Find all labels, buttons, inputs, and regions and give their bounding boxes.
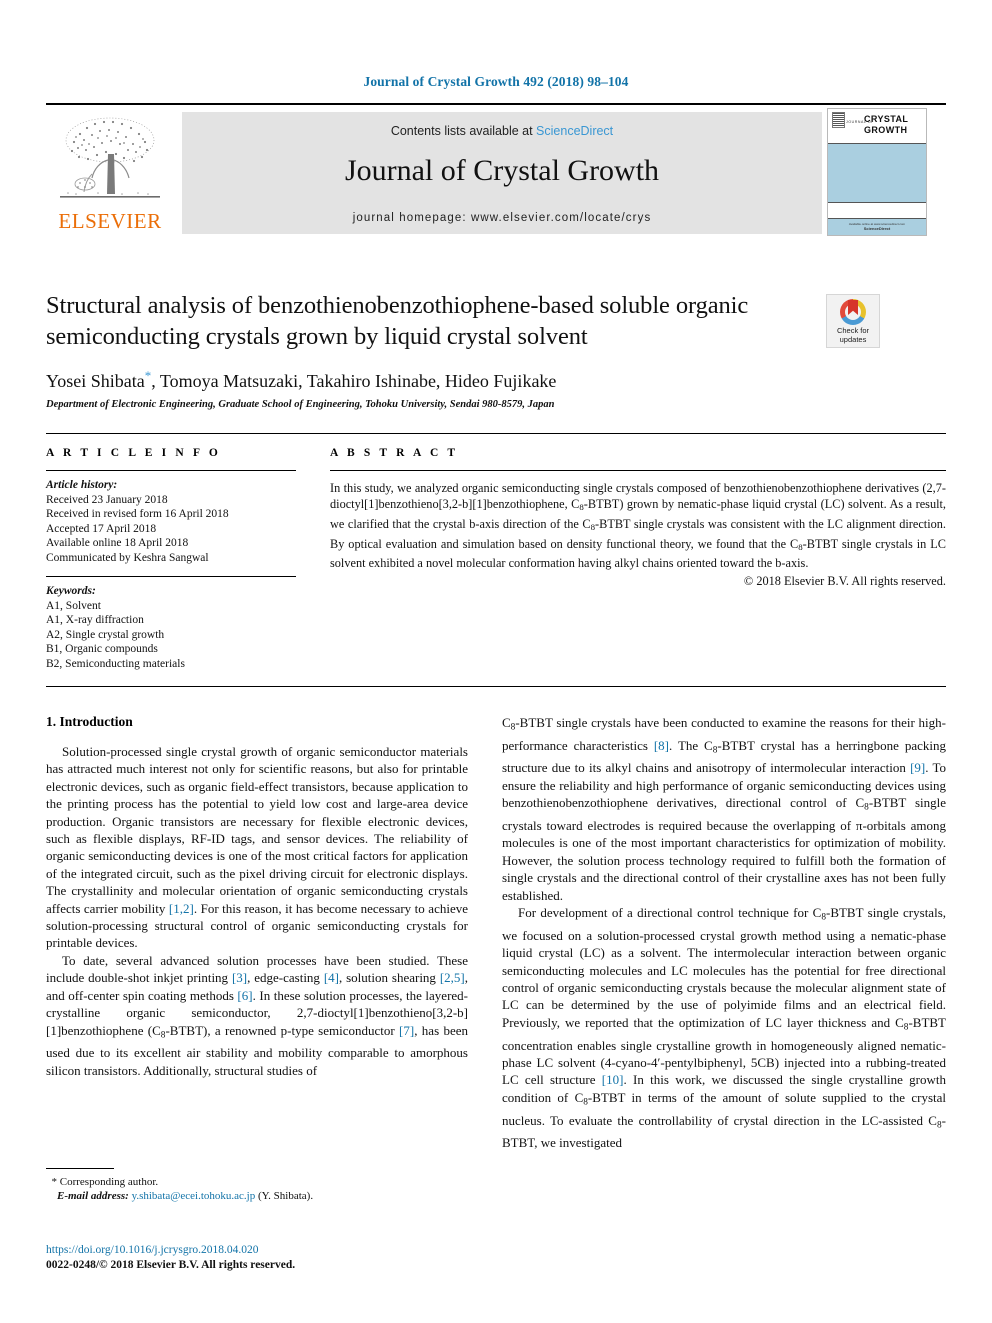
article-info-rule (46, 470, 296, 471)
body-text-right: C8-BTBT single crystals have been conduc… (502, 714, 946, 1152)
author-corresponding: Yosei Shibata (46, 371, 145, 391)
article-history-group: Article history: Received 23 January 201… (46, 478, 296, 565)
keyword-item: A2, Single crystal growth (46, 628, 165, 641)
body-column-right: C8-BTBT single crystals have been conduc… (502, 714, 946, 1152)
footnote-rule (46, 1168, 114, 1169)
citation-ref[interactable]: [10] (602, 1072, 624, 1087)
running-head: Journal of Crystal Growth 492 (2018) 98–… (363, 74, 629, 89)
footnote-email-link[interactable]: y.shibata@ecei.tohoku.ac.jp (132, 1190, 256, 1202)
elsevier-logo: ELSEVIER (48, 112, 172, 234)
article-info-column: A R T I C L E I N F O Article history: R… (46, 447, 296, 671)
history-item: Received 23 January 2018 (46, 493, 168, 506)
crossmark-ring-icon (840, 299, 866, 325)
citation-ref[interactable]: [2,5] (440, 970, 465, 985)
footnote-email-line: E-mail address: y.shibata@ecei.tohoku.ac… (46, 1189, 468, 1203)
contents-available-line: Contents lists available at ScienceDirec… (182, 124, 822, 138)
cover-white-band (828, 203, 926, 219)
footnote-corresponding-line: * Corresponding author. (46, 1175, 468, 1189)
citation-ref[interactable]: [6] (237, 988, 252, 1003)
paper-title: Structural analysis of benzothienobenzot… (46, 292, 749, 350)
para2-seg-c: , solution shearing (338, 970, 440, 986)
footnote-corresponding-text: Corresponding author. (59, 1176, 159, 1188)
history-item: Available online 18 April 2018 (46, 537, 189, 549)
keyword-item: A1, Solvent (46, 599, 101, 612)
abstract-column: A B S T R A C T In this study, we analyz… (330, 447, 946, 589)
masthead-grey-band: Contents lists available at ScienceDirec… (182, 112, 822, 234)
cover-header: JOURNAL OF CRYSTAL GROWTH (828, 109, 926, 144)
abstract-bottom-rule (46, 686, 946, 687)
history-item: Received in revised form 16 April 2018 (46, 508, 229, 520)
keyword-item: B2, Semiconducting materials (46, 657, 185, 670)
journal-masthead: ELSEVIER Contents lists available at Sci… (46, 103, 946, 236)
citation-ref[interactable]: [1,2] (169, 901, 194, 916)
footnote-star-marker: * (51, 1176, 58, 1188)
citation-ref[interactable]: [3] (232, 970, 247, 985)
cover-mini-logo-icon (832, 112, 845, 128)
page-footer: https://doi.org/10.1016/j.jcrysgro.2018.… (46, 1243, 546, 1273)
contents-prefix: Contents lists available at (390, 124, 537, 138)
author-others: , Tomoya Matsuzaki, Takahiro Ishinabe, H… (151, 371, 557, 391)
keywords-group: Keywords: A1, Solvent A1, X-ray diffract… (46, 584, 296, 671)
history-item: Communicated by Keshra Sangwal (46, 551, 209, 564)
paragraph: C8-BTBT single crystals have been conduc… (502, 714, 946, 904)
cover-title-line1: CRYSTAL (864, 114, 909, 124)
citation-ref[interactable]: [7] (399, 1023, 414, 1038)
crossmark-badge[interactable]: Check for updates (826, 294, 880, 348)
crossmark-flag-icon (848, 300, 858, 315)
author-list: Yosei Shibata*, Tomoya Matsuzaki, Takahi… (46, 368, 826, 392)
abstract-text: In this study, we analyzed organic semic… (330, 480, 946, 572)
crossmark-label: Check for updates (827, 326, 879, 344)
rpara1-seg-e: -BTBT single crystals toward electrodes … (502, 795, 947, 903)
cover-title: CRYSTAL GROWTH (864, 114, 924, 136)
doi-link[interactable]: https://doi.org/10.1016/j.jcrysgro.2018.… (46, 1243, 546, 1258)
masthead-top-rule (46, 103, 946, 105)
elsevier-tree-icon (60, 117, 160, 198)
abstract-copyright: © 2018 Elsevier B.V. All rights reserved… (743, 573, 946, 588)
crossmark-label-line2: updates (839, 335, 867, 344)
issn-copyright-line: 0022-0248/© 2018 Elsevier B.V. All right… (46, 1259, 296, 1271)
citation-ref[interactable]: [4] (324, 970, 339, 985)
elsevier-wordmark: ELSEVIER (58, 209, 162, 233)
paragraph: To date, several advanced solution proce… (46, 952, 468, 1079)
history-item: Accepted 17 April 2018 (46, 522, 157, 535)
footnote-email-suffix: (Y. Shibata). (257, 1190, 314, 1202)
rpara1-seg-b: . The C (669, 737, 713, 753)
sciencedirect-link[interactable]: ScienceDirect (536, 124, 613, 138)
abstract-rule (330, 470, 946, 471)
journal-title: Journal of Crystal Growth (344, 154, 660, 187)
cover-footer-panel: Available online at www.sciencedirect.co… (828, 219, 926, 235)
affiliation: Department of Electronic Engineering, Gr… (46, 399, 555, 410)
keyword-item: B1, Organic compounds (46, 643, 158, 655)
section-heading-introduction: 1. Introduction (46, 714, 133, 729)
info-top-rule (46, 433, 946, 434)
body-text-left: Solution-processed single crystal growth… (46, 743, 468, 1079)
cover-image-panel (828, 144, 926, 203)
journal-homepage-line[interactable]: journal homepage: www.elsevier.com/locat… (182, 212, 822, 224)
footnote-block: * Corresponding author. E-mail address: … (46, 1168, 468, 1203)
abstract-heading: A B S T R A C T (330, 447, 459, 459)
title-block: Structural analysis of benzothienobenzot… (46, 290, 826, 410)
keywords-label: Keywords: (46, 585, 96, 597)
citation-ref[interactable]: [8] (654, 738, 669, 753)
article-history-label: Article history: (46, 479, 118, 491)
journal-cover-thumbnail: JOURNAL OF CRYSTAL GROWTH Available onli… (827, 108, 927, 236)
para2-seg-f: -BTBT), a renowned p-type semiconductor (165, 1022, 400, 1038)
paragraph: For development of a directional control… (502, 904, 946, 1152)
rpara1-pre: C (502, 715, 511, 730)
crossmark-label-line1: Check for (836, 326, 870, 335)
cover-title-line2: GROWTH (864, 125, 908, 135)
footnote-email-label: E-mail address: (57, 1190, 129, 1202)
para1-seg-a: Solution-processed single crystal growth… (46, 744, 468, 916)
para2-seg-b: , edge-casting (247, 970, 324, 986)
body-column-left: 1. Introduction Solution-processed singl… (46, 714, 468, 1079)
rpara2-seg-a: For development of a directional control… (518, 905, 822, 921)
keyword-item: A1, X-ray diffraction (46, 614, 144, 626)
citation-ref[interactable]: [9] (910, 760, 925, 775)
keywords-rule (46, 576, 296, 577)
article-info-heading: A R T I C L E I N F O (46, 447, 221, 459)
rpara2-seg-b: -BTBT single crystals, we focused on a s… (502, 905, 946, 1030)
paper-page: Journal of Crystal Growth 492 (2018) 98–… (0, 0, 992, 1323)
cover-footer-line2: ScienceDirect (863, 226, 891, 231)
paragraph: Solution-processed single crystal growth… (46, 743, 468, 952)
